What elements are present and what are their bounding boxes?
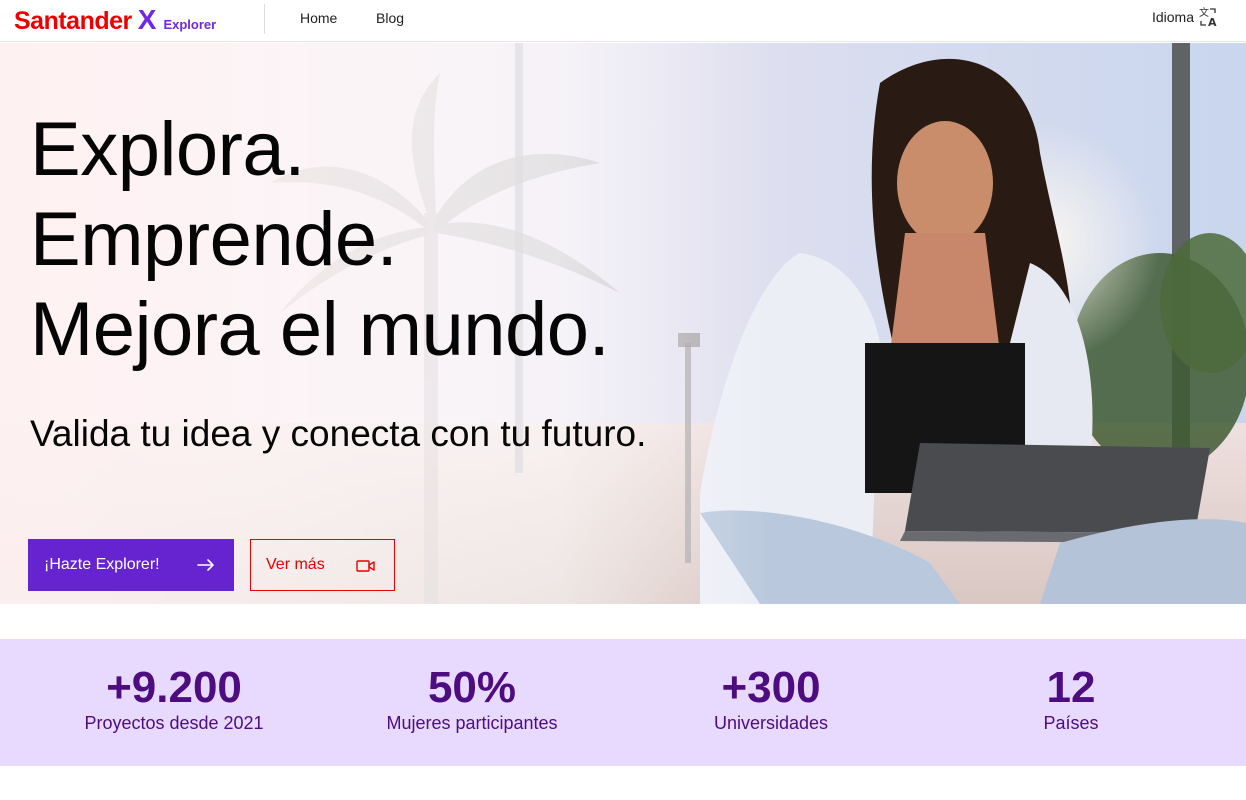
language-label: Idioma (1151, 9, 1194, 25)
stat-label: Proyectos desde 2021 (84, 713, 264, 733)
stat-value: 12 (1046, 663, 1096, 712)
stat-paises: 12 Países (941, 665, 1201, 735)
language-selector[interactable]: Idioma 文 A (1152, 6, 1218, 28)
translate-icon: 文 A (1198, 6, 1218, 28)
stat-value: +9.200 (106, 663, 242, 712)
stat-value: +300 (721, 663, 821, 712)
hero-section: Explora. Emprende. Mejora el mundo. Vali… (0, 43, 1246, 604)
stat-proyectos: +9.200 Proyectos desde 2021 (44, 665, 304, 735)
hazte-explorer-button[interactable]: ¡Hazte Explorer! (28, 539, 234, 591)
logo-explorer-label: Explorer (163, 17, 217, 32)
santander-x-explorer-logo[interactable]: Santander X Explorer (14, 2, 216, 38)
ver-mas-label: Ver más (266, 556, 325, 573)
nav-link-blog[interactable]: Blog (376, 10, 404, 26)
stat-label: Mujeres participantes (386, 713, 558, 733)
headline-line-1: Explora. (30, 107, 305, 192)
stat-mujeres: 50% Mujeres participantes (342, 665, 602, 735)
logo-wordmark: Santander (14, 7, 132, 35)
top-navigation-bar: Santander X Explorer Home Blog Idioma 文 … (0, 0, 1246, 42)
stat-label: Países (1043, 713, 1099, 733)
svg-text:A: A (1208, 16, 1217, 28)
stat-value: 50% (427, 663, 517, 712)
headline-line-2: Emprende. (30, 197, 398, 282)
hazte-explorer-label: ¡Hazte Explorer! (44, 556, 160, 573)
logo-x-mark: X (137, 4, 157, 35)
nav-link-home[interactable]: Home (300, 10, 337, 26)
headline-line-3: Mejora el mundo. (30, 287, 610, 372)
stats-banner: +9.200 Proyectos desde 2021 50% Mujeres … (0, 639, 1246, 766)
hero-subheadline: Valida tu idea y conecta con tu futuro. (30, 413, 647, 454)
hero-headline: Explora. Emprende. Mejora el mundo. (30, 105, 610, 375)
arrow-right-icon (196, 555, 216, 580)
header-divider (264, 4, 265, 34)
stat-universidades: +300 Universidades (641, 665, 901, 735)
ver-mas-button[interactable]: Ver más (250, 539, 395, 591)
stat-label: Universidades (713, 713, 829, 733)
video-camera-icon (356, 559, 376, 578)
